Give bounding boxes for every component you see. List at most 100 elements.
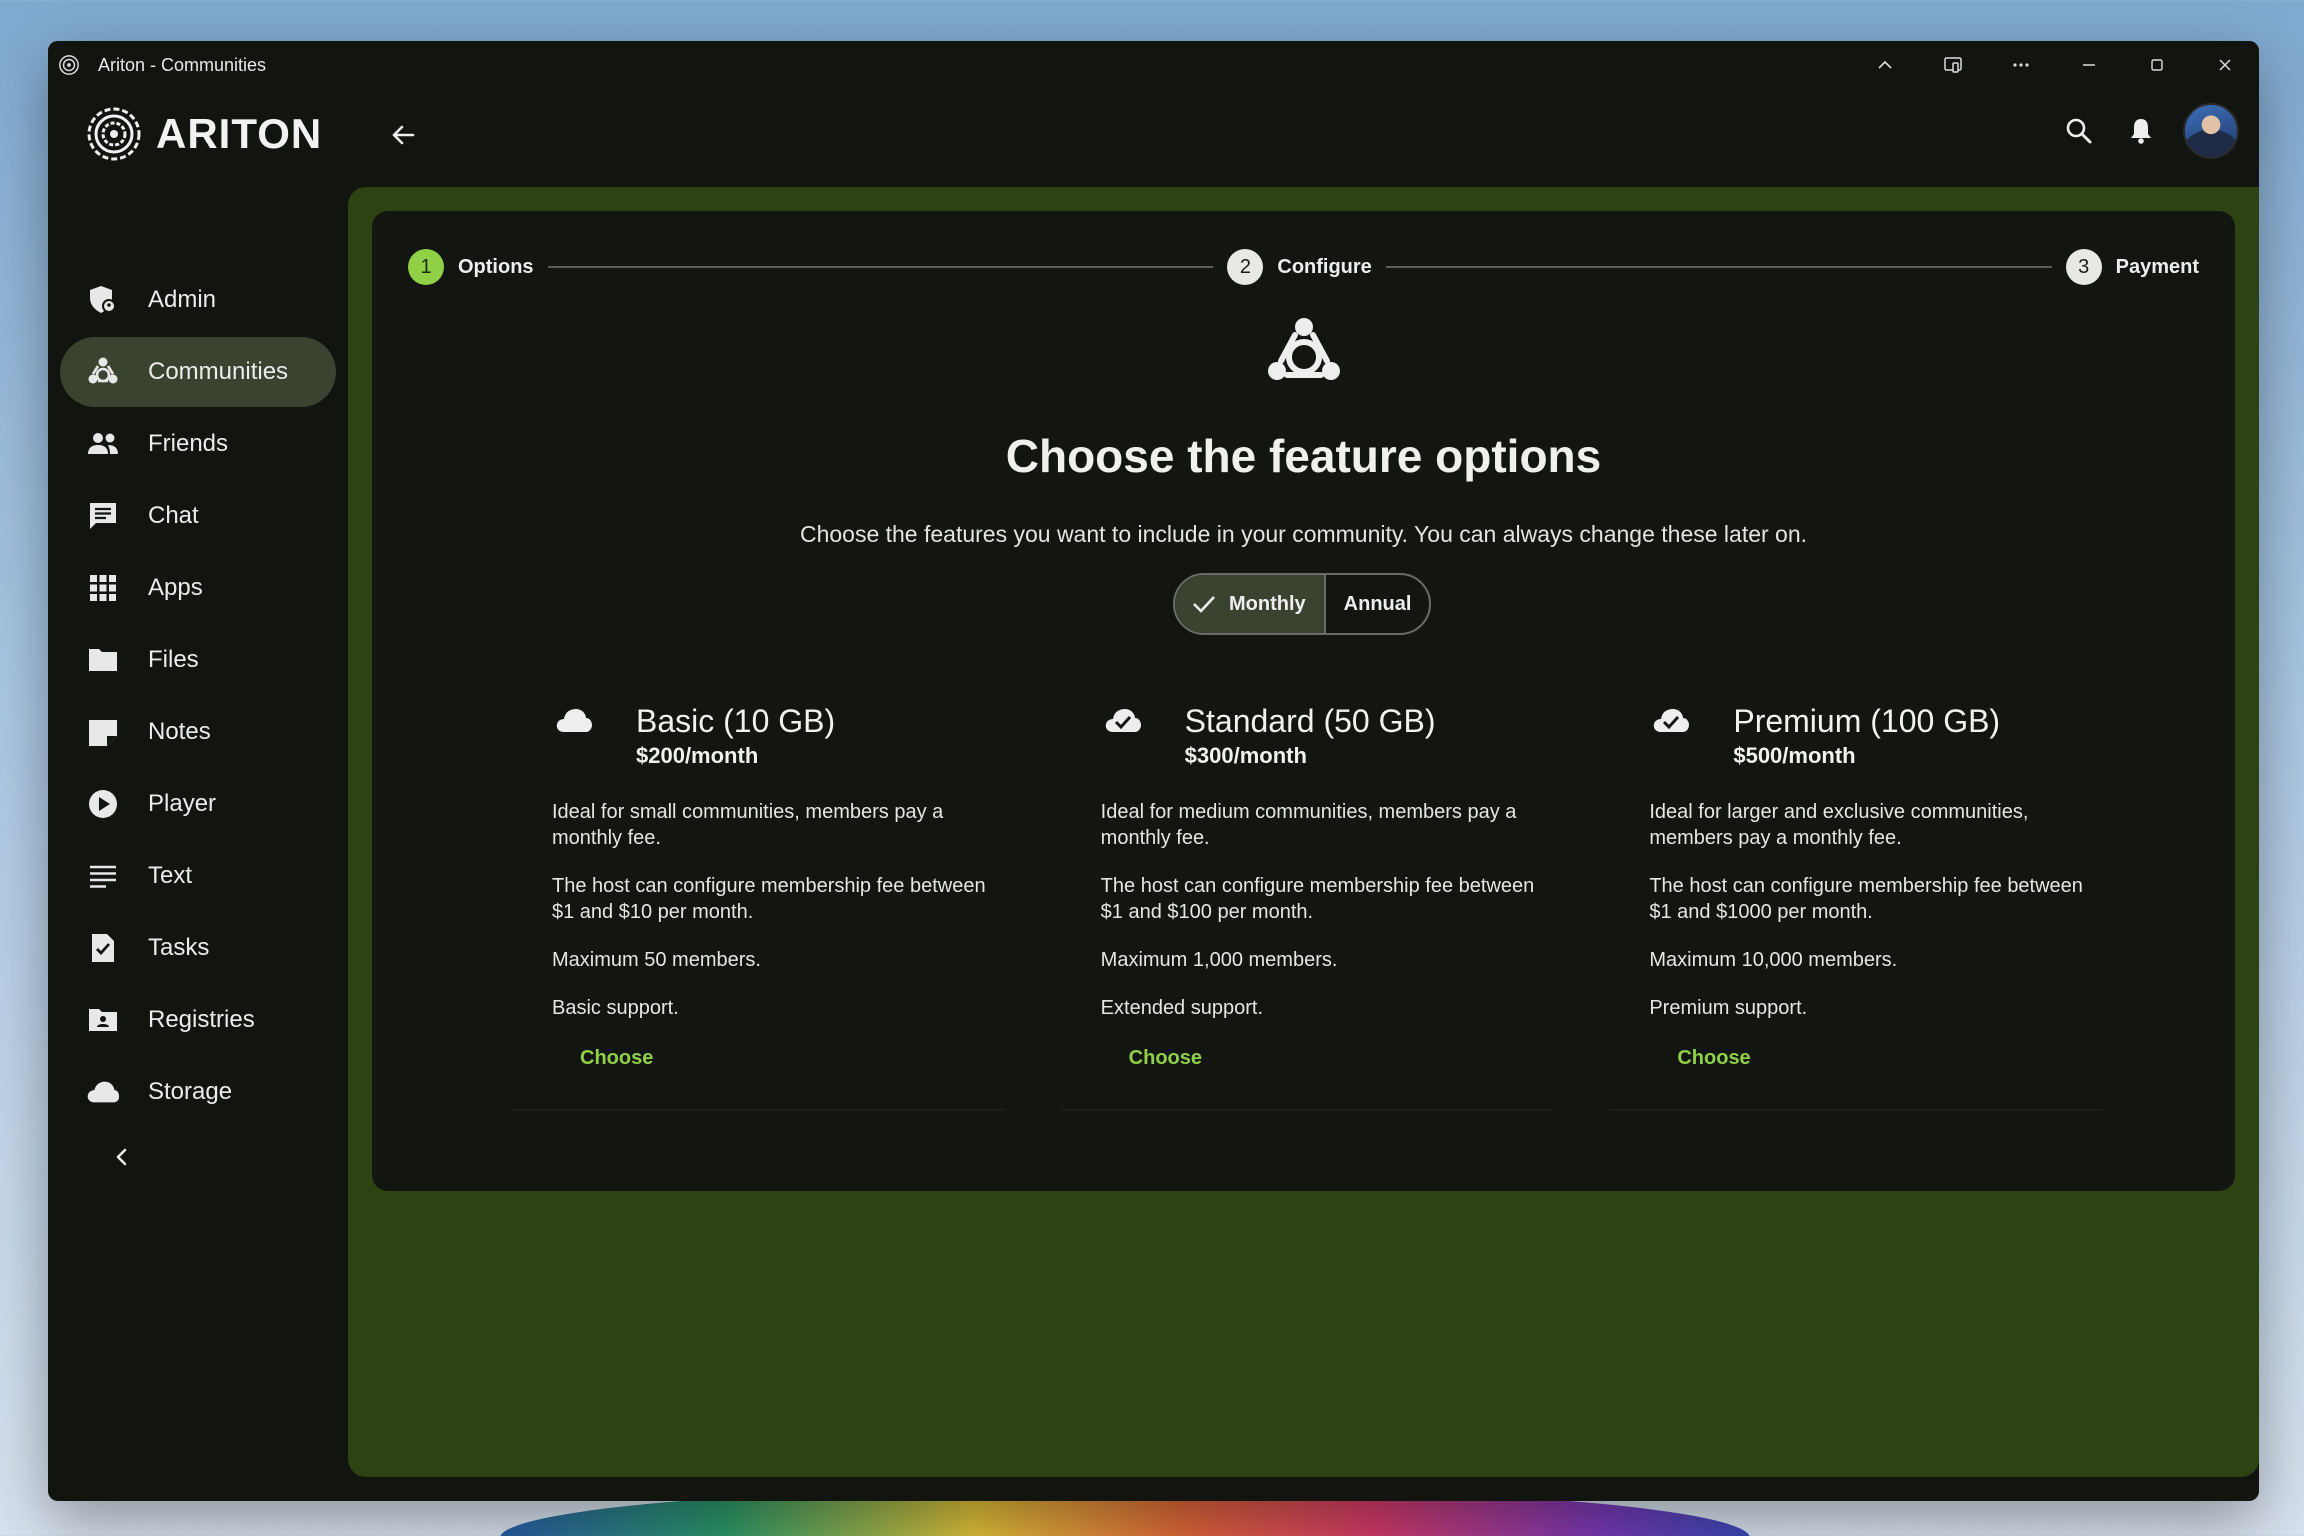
step-label: Options: [458, 255, 534, 278]
close-icon[interactable]: [2191, 41, 2259, 89]
plan-member-limit: Maximum 10,000 members.: [1649, 949, 1898, 971]
sidebar-item-label: Storage: [148, 1078, 233, 1105]
plan-divider: [1609, 1109, 2103, 1111]
plan-divider: [1060, 1109, 1554, 1111]
cloud-icon: [556, 709, 592, 732]
sidebar-item-label: Tasks: [148, 934, 210, 961]
cast-icon[interactable]: [1919, 41, 1987, 89]
step-payment[interactable]: 3 Payment: [2065, 249, 2200, 285]
plan-member-limit: Maximum 1,000 members.: [1100, 949, 1338, 971]
plan-description: Ideal for medium communities, members pa…: [1100, 801, 1517, 849]
options-card: 1 Options 2 Configure 3 Payment Choose t…: [372, 211, 2235, 1191]
plan-support-level: Extended support.: [1100, 997, 1264, 1019]
window-title: Ariton - Communities: [98, 54, 267, 75]
chat-icon: [86, 499, 120, 533]
step-configure[interactable]: 2 Configure: [1227, 249, 1372, 285]
choose-standard-button[interactable]: Choose: [1129, 1047, 1202, 1070]
plan-name: Basic (10 GB): [636, 703, 836, 739]
step-number: 2: [1227, 249, 1264, 285]
plan-name: Standard (50 GB): [1184, 703, 1436, 739]
cloud-check-icon: [1105, 709, 1141, 732]
sidebar-item-label: Friends: [148, 430, 229, 457]
plan-card-standard: Standard (50 GB) $300/month Ideal for me…: [1060, 701, 1554, 1111]
step-connector: [1385, 266, 2052, 268]
text-lines-icon: [86, 859, 120, 893]
task-check-icon: [86, 931, 120, 965]
sidebar-item-label: Registries: [148, 1006, 255, 1033]
sidebar-item-communities[interactable]: Communities: [60, 337, 336, 407]
plan-price: $500/month: [1733, 743, 1856, 768]
plans-list: Basic (10 GB) $200/month Ideal for small…: [512, 701, 2103, 1111]
sidebar-item-apps[interactable]: Apps: [60, 553, 336, 623]
apps-grid-icon: [86, 571, 120, 605]
annual-label: Annual: [1343, 592, 1412, 615]
step-label: Payment: [2115, 255, 2200, 278]
plan-card-basic: Basic (10 GB) $200/month Ideal for small…: [512, 701, 1005, 1111]
brand-logo[interactable]: ARITON: [86, 106, 322, 162]
header-actions: [2059, 103, 2239, 159]
step-label: Configure: [1277, 255, 1372, 278]
sidebar-item-label: Notes: [148, 718, 211, 745]
app-logo-icon: [59, 55, 79, 75]
annual-option[interactable]: Annual: [1326, 575, 1430, 633]
notification-bell-icon[interactable]: [2121, 111, 2161, 151]
note-icon: [86, 715, 120, 749]
plan-fee-range: The host can configure membership fee be…: [1649, 875, 2083, 923]
sidebar-item-registries[interactable]: Registries: [60, 985, 336, 1055]
sidebar-nav: Admin Communities Friends Chat Apps File…: [60, 265, 336, 1177]
billing-toggle: Monthly Annual: [1173, 573, 1432, 635]
sidebar-item-text[interactable]: Text: [60, 841, 336, 911]
sidebar-item-tasks[interactable]: Tasks: [60, 913, 336, 983]
page-subtitle: Choose the features you want to include …: [799, 521, 1808, 547]
sidebar-item-notes[interactable]: Notes: [60, 697, 336, 767]
cloud-check-icon: [1654, 709, 1690, 732]
main-content: 1 Options 2 Configure 3 Payment Choose t…: [348, 187, 2259, 1477]
step-number: 1: [408, 249, 444, 285]
communities-icon: [1264, 315, 1344, 396]
title-bar: Ariton - Communities: [48, 41, 2259, 89]
app-header: ARITON: [48, 89, 2259, 179]
monthly-option[interactable]: Monthly: [1175, 575, 1324, 633]
back-arrow-icon[interactable]: [383, 115, 423, 155]
monthly-label: Monthly: [1229, 592, 1306, 615]
sidebar-item-label: Player: [148, 790, 217, 817]
sidebar-item-chat[interactable]: Chat: [60, 481, 336, 551]
plan-divider: [512, 1109, 1005, 1111]
plan-name: Premium (100 GB): [1733, 703, 2001, 739]
plan-member-limit: Maximum 50 members.: [552, 949, 761, 971]
communities-icon: [86, 355, 120, 389]
cloud-icon: [86, 1075, 120, 1109]
collapse-sidebar-chevron-icon[interactable]: [102, 1137, 142, 1177]
plan-support-level: Premium support.: [1649, 997, 1808, 1019]
friends-icon: [86, 427, 120, 461]
registry-folder-icon: [86, 1003, 120, 1037]
ariton-logo-icon: [87, 107, 141, 161]
step-options[interactable]: 1 Options: [408, 249, 534, 285]
sidebar-item-label: Communities: [148, 358, 289, 385]
plan-price: $300/month: [1184, 743, 1307, 768]
step-connector: [547, 266, 1214, 268]
choose-basic-button[interactable]: Choose: [580, 1047, 653, 1070]
stepper: 1 Options 2 Configure 3 Payment: [408, 247, 2199, 287]
chevron-up-icon[interactable]: [1851, 41, 1919, 89]
page-title: Choose the feature options: [1005, 430, 1602, 482]
sidebar-item-player[interactable]: Player: [60, 769, 336, 839]
sidebar-item-label: Admin: [148, 286, 217, 313]
plan-card-premium: Premium (100 GB) $500/month Ideal for la…: [1609, 701, 2103, 1111]
plan-price: $200/month: [636, 743, 759, 768]
minimize-icon[interactable]: [2055, 41, 2123, 89]
sidebar-item-storage[interactable]: Storage: [60, 1057, 336, 1127]
plan-description: Ideal for larger and exclusive communiti…: [1649, 801, 2029, 849]
choose-premium-button[interactable]: Choose: [1677, 1047, 1750, 1070]
maximize-icon[interactable]: [2123, 41, 2191, 89]
user-avatar[interactable]: [2183, 103, 2239, 159]
sidebar-item-admin[interactable]: Admin: [60, 265, 336, 335]
sidebar-item-label: Text: [148, 862, 193, 889]
sidebar-item-friends[interactable]: Friends: [60, 409, 336, 479]
search-icon[interactable]: [2059, 111, 2099, 151]
brand-name: ARITON: [156, 110, 323, 157]
sidebar-item-files[interactable]: Files: [60, 625, 336, 695]
app-window: Ariton - Communities ARITON Admin Commun…: [48, 41, 2259, 1501]
folder-icon: [86, 643, 120, 677]
more-options-icon[interactable]: [1987, 41, 2055, 89]
